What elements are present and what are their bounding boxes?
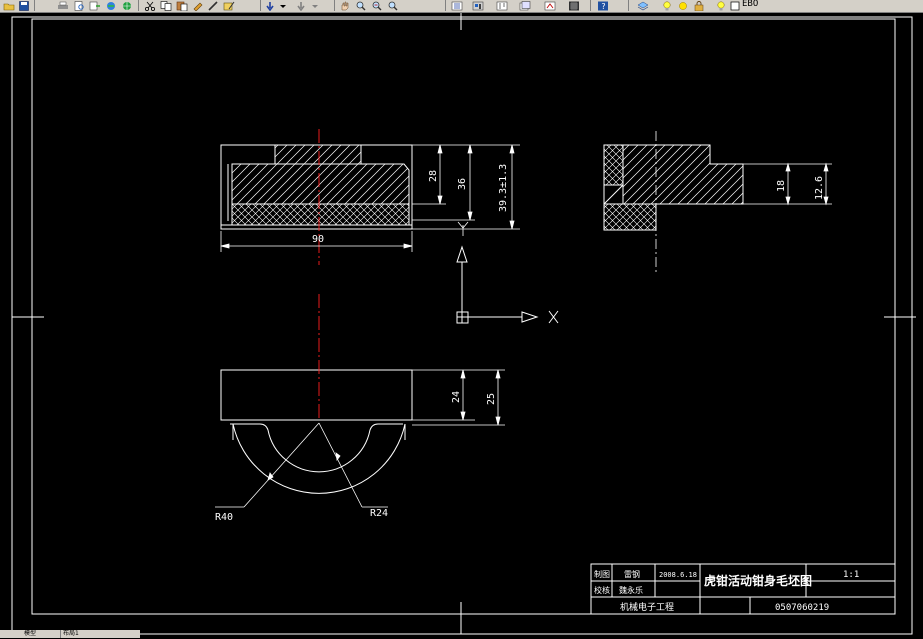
tab-layout1[interactable]: 布局1 <box>60 630 81 638</box>
standard-toolbar: ? EBO <box>0 0 923 13</box>
dim-12-6: 12.6 <box>814 176 825 200</box>
title-block-row1-label: 制图 <box>594 569 610 579</box>
layout-tabs: 模型 布局1 <box>0 630 140 638</box>
title-block-row1-name: 雷钢 <box>624 569 640 579</box>
dim-28: 28 <box>428 170 439 182</box>
properties-icon[interactable] <box>450 0 464 11</box>
svg-text:?: ? <box>601 2 606 11</box>
folder-open-icon[interactable] <box>2 0 16 11</box>
side-view <box>603 144 744 231</box>
tool-palettes-icon[interactable] <box>495 0 509 11</box>
drawing-title: 虎钳活动钳身毛坯图 <box>704 573 812 588</box>
publish-icon[interactable] <box>88 0 102 11</box>
zoom-realtime-icon[interactable] <box>354 0 368 11</box>
preview-icon[interactable] <box>72 0 86 11</box>
block-editor-icon[interactable] <box>222 0 236 11</box>
save-icon[interactable] <box>17 0 31 11</box>
plot-icon[interactable] <box>104 0 118 11</box>
dim-36: 36 <box>457 178 468 190</box>
layer-manager-icon[interactable] <box>636 0 650 11</box>
dim-25: 25 <box>486 393 497 405</box>
redo-icon[interactable] <box>294 0 308 11</box>
lightbulb-icon[interactable] <box>714 0 728 11</box>
cut-icon[interactable] <box>143 0 157 11</box>
zoom-window-icon[interactable] <box>370 0 384 11</box>
drawing-scale: 1:1 <box>843 570 859 580</box>
ucs-icon <box>456 245 559 324</box>
paste-icon[interactable] <box>175 0 189 11</box>
dim-r24: R24 <box>370 508 388 519</box>
redo-dropdown-icon[interactable] <box>308 0 322 11</box>
calculator-icon[interactable] <box>567 0 581 11</box>
cad-drawing: 90 28 36 39.3±1.3 18 12.6 24 25 R40 R24 … <box>11 10 916 635</box>
layer-name[interactable]: EBO <box>742 0 758 9</box>
top-view <box>220 369 413 494</box>
title-block-row1-date: 2008.6.18 <box>659 571 697 579</box>
match-properties-icon[interactable] <box>191 0 205 11</box>
dim-r40: R40 <box>215 512 233 523</box>
print-icon[interactable] <box>56 0 70 11</box>
undo-icon[interactable] <box>263 0 277 11</box>
markup-icon[interactable] <box>543 0 557 11</box>
lightbulb-icon[interactable] <box>660 0 674 11</box>
undo-dropdown-icon[interactable] <box>276 0 290 11</box>
sheet-set-icon[interactable] <box>518 0 532 11</box>
sun-icon[interactable] <box>676 0 690 11</box>
help-icon[interactable]: ? <box>596 0 610 11</box>
dim-24: 24 <box>451 391 462 403</box>
dim-90: 90 <box>312 234 324 245</box>
color-swatch-icon[interactable] <box>728 0 742 11</box>
title-block-row2-name: 魏永乐 <box>619 585 643 595</box>
tab-model[interactable]: 模型 <box>22 630 38 638</box>
student-number: 0507060219 <box>775 603 829 613</box>
zoom-previous-icon[interactable] <box>386 0 400 11</box>
drawing-canvas[interactable]: 90 28 36 39.3±1.3 18 12.6 24 25 R40 R24 … <box>0 10 923 635</box>
brush-icon[interactable] <box>207 0 221 11</box>
dim-39-3: 39.3±1.3 <box>498 164 509 212</box>
design-web-icon[interactable] <box>120 0 134 11</box>
department: 机械电子工程 <box>620 601 674 613</box>
dim-18: 18 <box>776 180 787 192</box>
lock-icon[interactable] <box>692 0 706 11</box>
design-center-icon[interactable] <box>471 0 485 11</box>
top-dimensions <box>215 369 505 508</box>
title-block-row2-label: 校核 <box>594 585 610 595</box>
front-view <box>220 144 413 230</box>
copy-icon[interactable] <box>159 0 173 11</box>
pan-icon[interactable] <box>338 0 352 11</box>
